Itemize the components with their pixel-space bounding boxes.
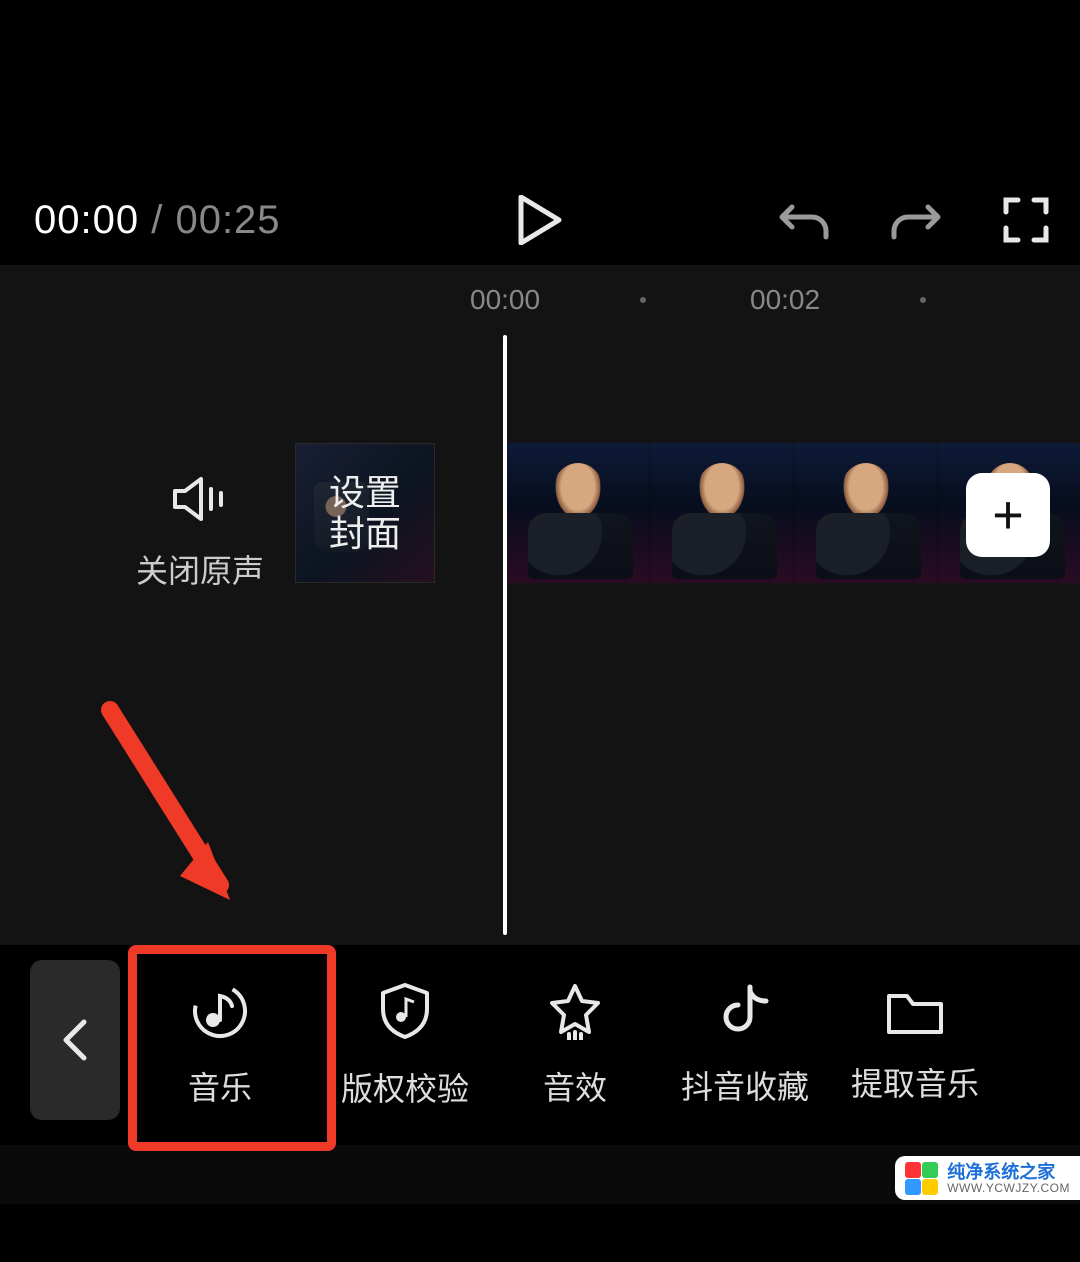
fullscreen-button[interactable] [1002,196,1050,244]
ruler-dot [920,297,926,303]
watermark-url: WWW.YCWJZY.COM [947,1182,1070,1195]
add-clip-button[interactable]: + [966,473,1050,557]
clip-frame [794,443,938,583]
undo-button[interactable] [778,199,830,241]
timecode: 00:00 / 00:25 [34,198,281,243]
tiktok-icon [720,983,770,1044]
watermark-title: 纯净系统之家 [947,1163,1070,1183]
tool-label: 版权校验 [341,1064,469,1110]
time-separator: / [139,198,175,242]
play-button[interactable] [517,195,563,245]
set-cover-button[interactable]: 设置 封面 [295,443,435,583]
tool-label: 抖音收藏 [681,1062,809,1108]
playhead[interactable] [503,335,507,935]
ruler-tick-0: 00:00 [470,284,540,316]
tool-douyin-favorites[interactable]: 抖音收藏 [660,983,830,1108]
watermark: 纯净系统之家 WWW.YCWJZY.COM [895,1156,1080,1200]
current-time: 00:00 [34,198,139,242]
tool-copyright-check[interactable]: 版权校验 [320,981,490,1110]
clip-frame [506,443,650,583]
timeline-ruler[interactable]: 00:00 00:02 [0,265,1080,335]
star-audio-icon [545,982,605,1045]
system-nav-bar [0,1204,1080,1262]
duration: 00:25 [175,198,280,242]
redo-button[interactable] [890,199,942,241]
cover-label: 设置 封面 [329,472,401,555]
tool-label: 音乐 [188,1063,252,1109]
music-note-icon [191,982,249,1045]
tool-extract-music[interactable]: 提取音乐 [830,986,1000,1105]
timeline[interactable]: 关闭原声 设置 封面 + [0,335,1080,945]
back-button[interactable] [30,960,120,1120]
tool-sound-effects[interactable]: 音效 [490,982,660,1109]
watermark-logo-icon [905,1162,939,1196]
clip-frame [650,443,794,583]
mute-original-audio[interactable]: 关闭原声 [120,475,280,592]
tool-label: 音效 [543,1063,607,1109]
tool-music[interactable]: 音乐 [120,982,320,1109]
mute-label: 关闭原声 [120,546,280,592]
folder-icon [885,986,945,1041]
bottom-toolbar: 音乐 版权校验 音效 抖音收藏 提取音乐 [0,945,1080,1145]
ruler-dot [640,297,646,303]
plus-icon: + [992,484,1024,546]
video-preview [0,0,1080,175]
speaker-icon [171,510,229,527]
chevron-left-icon [60,1018,90,1062]
ruler-tick-1: 00:02 [750,284,820,316]
tool-label: 提取音乐 [851,1059,979,1105]
shield-music-icon [377,981,433,1046]
player-controls: 00:00 / 00:25 [0,175,1080,265]
